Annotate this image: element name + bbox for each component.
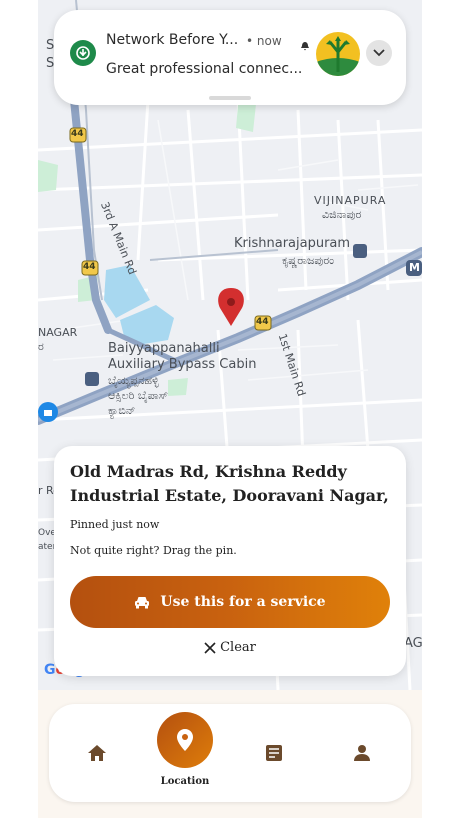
expand-chevron-icon[interactable]: [366, 40, 392, 66]
nav-location-label: Location: [160, 776, 210, 787]
map-label-nagar-kn: ರ: [38, 340, 44, 353]
map-label-krishnarajapuram: Krishnarajapuram: [234, 236, 351, 251]
metro-icon: M: [409, 261, 420, 274]
use-for-service-label: Use this for a service: [160, 594, 326, 610]
road-split-logo-icon: [316, 32, 360, 76]
person-icon: [354, 745, 370, 761]
map-label-edge: AG: [404, 636, 422, 651]
location-card: Old Madras Rd, Krishna Reddy Industrial …: [54, 446, 406, 676]
network-app-icon: [70, 40, 96, 66]
nav-profile-button[interactable]: [347, 738, 377, 768]
notification-card[interactable]: Network Before Y... • now Great professi…: [54, 10, 406, 105]
map-label-nagar: NAGAR: [38, 326, 78, 339]
car-icon: [135, 597, 150, 609]
home-icon: [88, 745, 106, 761]
map-label-baiyyappanahalli-kn-3: ಕ್ಯಾಬಿನ್: [108, 404, 136, 417]
nav-home-button[interactable]: [82, 738, 112, 768]
app-screen: VIJINAPURA ವಿಜಿನಾಪುರ Krishnarajapuram ಕೃ…: [38, 0, 422, 818]
location-pin-icon: [177, 729, 193, 751]
address-line-1: Old Madras Rd, Krishna Reddy: [70, 462, 347, 481]
bottom-nav: Location: [49, 704, 411, 802]
notification-drag-handle[interactable]: [209, 96, 251, 100]
list-icon: [266, 745, 282, 761]
shield-44-label: 44: [256, 317, 269, 327]
close-icon: [204, 641, 216, 654]
address-text: Old Madras Rd, Krishna Reddy Industrial …: [70, 460, 395, 508]
pinned-status: Pinned just now: [70, 518, 160, 531]
notification-body: Great professional connec...: [106, 61, 303, 77]
map-label-baiyyappanahalli: Baiyyappanahalli: [108, 341, 220, 356]
clear-button[interactable]: Clear: [54, 640, 406, 655]
notification-title: Network Before Y...: [106, 32, 239, 48]
shield-44-label: 44: [83, 262, 96, 272]
map-label-baiyyappanahalli-kn-1: ಬೈಯ್ಯಪ್ಪನಹಳ್ಳಿ: [108, 374, 159, 387]
map-label-krishnarajapuram-kn: ಕೃಷ್ಣರಾಜಪುರಂ: [282, 254, 335, 267]
map-label-vijinapura-kn: ವಿಜಿನಾಪುರ: [322, 208, 362, 221]
bottom-nav-area: Location: [38, 690, 422, 818]
use-for-service-button[interactable]: Use this for a service: [70, 576, 390, 628]
clear-label: Clear: [220, 640, 256, 655]
nav-location-button[interactable]: [157, 712, 213, 768]
bell-icon: [300, 36, 310, 51]
map-label-baiyyappanahalli-kn-2: ಆಕ್ಸಿಲರಿ ಬೈಪಾಸ್: [108, 389, 169, 402]
drag-pin-hint: Not quite right? Drag the pin.: [70, 544, 237, 557]
address-line-2: Industrial Estate, Dooravani Nagar, Be..…: [70, 486, 395, 505]
shield-44-label: 44: [71, 129, 84, 139]
map-label-vijinapura: VIJINAPURA: [314, 194, 387, 207]
notification-time: • now: [246, 34, 282, 48]
nav-bookings-button[interactable]: [259, 738, 289, 768]
map-label-baiyyappanahalli-cabin: Auxiliary Bypass Cabin: [108, 357, 257, 372]
